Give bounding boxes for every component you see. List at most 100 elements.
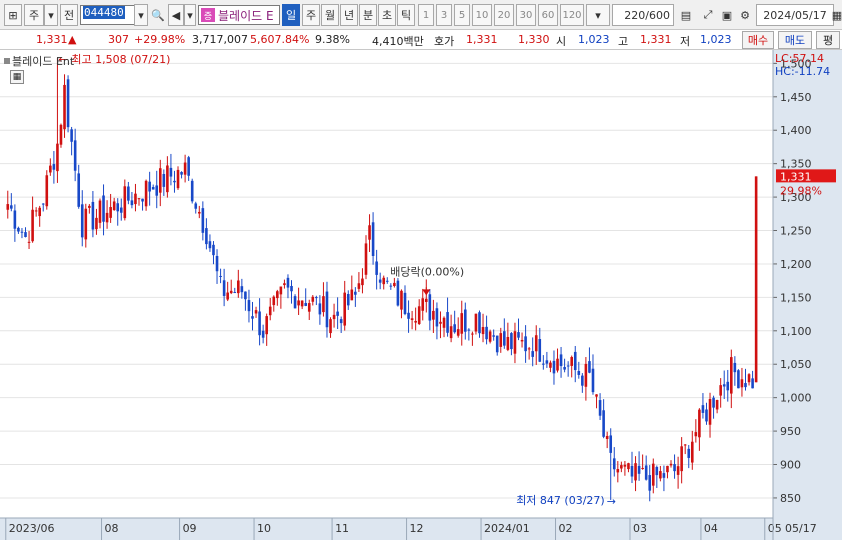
period-day-tab[interactable]: 일 — [282, 4, 300, 26]
candle-body — [183, 162, 187, 175]
candle-body — [290, 285, 293, 292]
price-tick-label: 850 — [780, 492, 801, 505]
candle-body — [683, 444, 687, 446]
candle-body — [545, 360, 549, 364]
high-label: 고 — [618, 35, 629, 48]
candle-body — [577, 371, 581, 375]
volume-ratio: 5,607.84% — [250, 33, 310, 46]
interval-60-button[interactable]: 60 — [538, 4, 558, 26]
candle-body — [474, 313, 478, 332]
interval-5-button[interactable]: 5 — [454, 4, 470, 26]
speaker-dropdown-icon[interactable]: ▾ — [184, 4, 196, 26]
candle-body — [212, 244, 215, 256]
interval-60-label: 60 — [541, 9, 555, 21]
candle-body — [144, 180, 148, 207]
search-icon[interactable]: 🔍 — [150, 4, 166, 26]
calendar-icon[interactable]: ▦ — [832, 4, 842, 26]
interval-20-button[interactable]: 20 — [494, 4, 514, 26]
market-toggle-button[interactable]: 전 — [60, 4, 78, 26]
period-second-tab[interactable]: 초 — [378, 4, 396, 26]
speaker-icon[interactable]: ◀ — [168, 4, 184, 26]
stock-type-dropdown-icon[interactable]: ▾ — [44, 4, 58, 26]
ask-price: 1,331 — [466, 33, 498, 46]
save-icon[interactable]: ▣ — [718, 4, 736, 26]
candle-body — [442, 317, 446, 328]
candle-body — [297, 300, 300, 306]
candle-body — [339, 319, 343, 324]
candle-body — [371, 222, 375, 256]
candle-body — [719, 385, 722, 396]
candle-body — [612, 458, 616, 470]
candle-body — [155, 185, 159, 196]
interval-120-button[interactable]: 120 — [560, 4, 584, 26]
period-minute-tab[interactable]: 분 — [359, 4, 377, 26]
period-week-label: 주 — [305, 9, 317, 22]
name-badge: 증 — [201, 8, 215, 22]
candle-body — [694, 432, 698, 437]
eval-button[interactable]: 평 — [816, 31, 840, 49]
bid-price: 1,330 — [518, 33, 550, 46]
candle-body — [627, 463, 630, 470]
buy-button[interactable]: 매수 — [742, 31, 774, 49]
grid-toggle-icon[interactable]: ▦ — [10, 70, 24, 84]
candle-body — [609, 435, 613, 453]
candle-body — [513, 331, 517, 354]
stock-type-select[interactable]: 주 — [24, 4, 44, 26]
candle-body — [591, 368, 595, 393]
candle-body — [31, 209, 34, 242]
period-year-tab[interactable]: 년 — [340, 4, 358, 26]
count-field[interactable]: 220/600 — [612, 4, 674, 26]
candle-body — [38, 207, 41, 217]
candle-body — [705, 409, 708, 422]
candle-body — [208, 241, 212, 249]
candle-body — [73, 140, 77, 171]
current-price-label: 1,331 — [780, 170, 812, 183]
candle-body — [13, 210, 17, 229]
hc-label: HC:-11.74 — [775, 65, 831, 78]
chart-title: 블레이드 Ent — [12, 55, 75, 68]
chart-menu-icon[interactable]: ⊞ — [4, 4, 22, 26]
candle-body — [329, 319, 332, 334]
period-month-tab[interactable]: 월 — [321, 4, 339, 26]
candle-body — [680, 446, 683, 472]
period-tick-tab[interactable]: 틱 — [397, 4, 415, 26]
interval-1-button[interactable]: 1 — [418, 4, 434, 26]
candle-body — [510, 333, 513, 350]
interval-dropdown-icon[interactable]: ▾ — [586, 4, 610, 26]
candle-body — [169, 167, 173, 177]
stock-name-field[interactable]: 증 블레이드 E — [198, 5, 280, 25]
candle-body — [237, 280, 240, 294]
candle-body — [322, 296, 325, 313]
candlestick-chart[interactable]: 850 900 950 1,000 1,050 1,100 1,150 1,200 1,250 1… — [0, 50, 842, 540]
candle-body — [194, 203, 198, 209]
current-pct-label: 29.98% — [780, 184, 822, 197]
candle-body — [520, 339, 524, 342]
sell-button[interactable]: 매도 — [778, 31, 812, 49]
candle-body — [105, 212, 109, 223]
interval-10-label: 10 — [475, 9, 489, 21]
candle-type-icon[interactable]: ▤ — [676, 4, 696, 26]
candle-body — [481, 327, 485, 335]
date-field[interactable]: 2024/05/17 — [756, 4, 834, 26]
price-tick-label: 1,350 — [780, 158, 812, 171]
period-second-label: 초 — [381, 9, 393, 22]
period-year-label: 년 — [343, 9, 355, 22]
interval-30-button[interactable]: 30 — [516, 4, 536, 26]
candle-body — [70, 129, 73, 142]
trade-amount: 4,410백만 — [372, 35, 424, 48]
lc-label: LC:57.14 — [775, 52, 825, 65]
interval-3-button[interactable]: 3 — [436, 4, 452, 26]
period-minute-label: 분 — [362, 9, 374, 22]
gear-icon[interactable]: ⚙ — [736, 4, 754, 26]
price-tick-label: 1,000 — [780, 392, 812, 405]
period-week-tab[interactable]: 주 — [302, 4, 320, 26]
min-arrow-icon: → — [607, 495, 616, 508]
code-dropdown-icon[interactable]: ▾ — [134, 4, 148, 26]
candle-body — [414, 320, 417, 323]
stock-type-label: 주 — [28, 9, 40, 22]
draw-tool-icon[interactable]: ⤢ — [698, 4, 718, 26]
candle-body — [265, 316, 268, 335]
candle-body — [747, 374, 751, 383]
interval-10-button[interactable]: 10 — [472, 4, 492, 26]
price-tick-label: 1,400 — [780, 124, 812, 137]
